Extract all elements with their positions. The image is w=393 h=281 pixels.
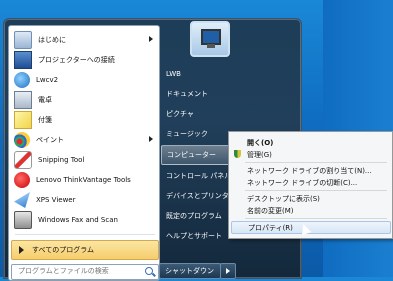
submenu-arrow-icon <box>149 136 153 142</box>
program-item-calculator[interactable]: 電卓 <box>9 90 159 110</box>
lwcv2-icon <box>14 72 30 88</box>
program-item-fax-scan[interactable]: Windows Fax and Scan <box>9 210 159 230</box>
context-item-map-network-drive[interactable]: ネットワーク ドライブの割り当て(N)... <box>231 165 389 176</box>
program-item-lwcv2[interactable]: Lwcv2 <box>9 70 159 90</box>
projector-icon <box>14 51 32 69</box>
sticky-notes-icon <box>14 111 32 129</box>
program-item-thinkvantage[interactable]: Lenovo ThinkVantage Tools <box>9 170 159 190</box>
right-item-documents[interactable]: ドキュメント <box>161 85 241 103</box>
submenu-arrow-icon <box>149 36 153 42</box>
program-item-sticky-notes[interactable]: 付箋 <box>9 110 159 130</box>
context-item-open[interactable]: 開く(O) <box>231 137 389 148</box>
computer-monitor-icon <box>201 29 221 48</box>
getting-started-icon <box>14 31 32 49</box>
right-item-pictures[interactable]: ピクチャ <box>161 105 241 123</box>
divider <box>245 190 387 191</box>
context-item-disconnect-network-drive[interactable]: ネットワーク ドライブの切断(C)... <box>231 177 389 188</box>
context-item-manage[interactable]: 管理(G) <box>231 149 389 160</box>
program-item-xps-viewer[interactable]: XPS Viewer <box>9 190 159 210</box>
search-box[interactable] <box>11 264 159 280</box>
program-item-snipping-tool[interactable]: Snipping Tool <box>9 150 159 170</box>
paint-icon <box>14 132 30 148</box>
start-menu-programs-pane: はじめに プロジェクターへの接続 Lwcv2 電卓 付箋 ペイント Snippi… <box>8 25 160 281</box>
context-item-show-on-desktop[interactable]: デスクトップに表示(S) <box>231 193 389 204</box>
fax-scan-icon <box>14 211 32 229</box>
divider <box>15 234 155 235</box>
context-item-rename[interactable]: 名前の変更(M) <box>231 205 389 216</box>
search-input[interactable] <box>12 265 138 277</box>
shield-icon <box>234 150 241 158</box>
program-item-paint[interactable]: ペイント <box>9 130 159 150</box>
divider <box>245 218 387 219</box>
program-item-getting-started[interactable]: はじめに <box>9 30 159 50</box>
snipping-tool-icon <box>14 151 32 169</box>
thinkvantage-icon <box>14 172 30 188</box>
calculator-icon <box>14 91 32 109</box>
right-item-lwb[interactable]: LWB <box>161 65 241 83</box>
all-programs-button[interactable]: すべてのプログラム <box>11 240 159 260</box>
user-picture[interactable] <box>190 21 230 57</box>
divider <box>245 162 387 163</box>
search-icon[interactable] <box>145 267 153 275</box>
arrow-right-icon <box>19 246 24 254</box>
xps-viewer-icon <box>14 192 30 208</box>
context-menu: 開く(O) 管理(G) ネットワーク ドライブの割り当て(N)... ネットワー… <box>228 131 393 239</box>
program-item-projector[interactable]: プロジェクターへの接続 <box>9 50 159 70</box>
